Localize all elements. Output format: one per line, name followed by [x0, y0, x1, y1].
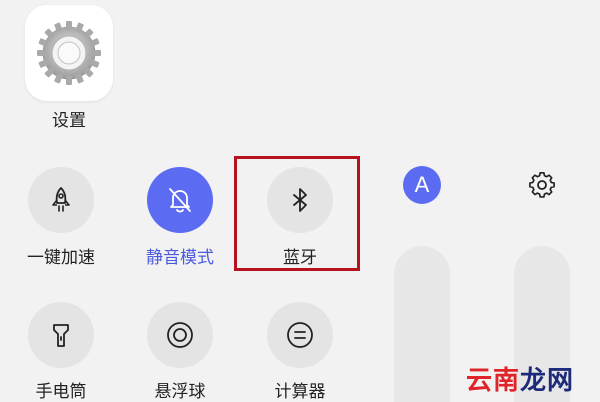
- speed-up-label: 一键加速: [27, 248, 95, 268]
- speed-up-button[interactable]: [28, 167, 94, 233]
- tile-floating-ball[interactable]: [147, 302, 213, 368]
- calculator-icon: [287, 322, 313, 348]
- watermark-logo: 云南龙网: [466, 360, 574, 397]
- highlight-box: [234, 156, 360, 271]
- watermark-part2: 龙网: [520, 366, 575, 396]
- floating-ball-label: 悬浮球: [154, 382, 206, 402]
- calculator-label: 计算器: [274, 382, 326, 402]
- flashlight-label: 手电筒: [35, 382, 87, 402]
- auto-brightness-label: A: [414, 172, 430, 197]
- settings-app-label: 设置: [52, 111, 86, 131]
- silent-mode-label: 静音模式: [146, 248, 214, 268]
- tile-speed-up[interactable]: [28, 167, 94, 233]
- settings-gear-icon: [37, 21, 101, 85]
- floating-ball-button[interactable]: [147, 302, 213, 368]
- flashlight-button[interactable]: [28, 302, 94, 368]
- gear-icon: [529, 172, 555, 198]
- silent-mode-button[interactable]: [147, 167, 213, 233]
- volume-settings-button[interactable]: [523, 166, 563, 206]
- tile-flashlight[interactable]: [28, 302, 94, 368]
- settings-app-icon[interactable]: [25, 5, 113, 101]
- bell-off-icon: [169, 188, 191, 213]
- floating-ball-icon: [167, 322, 193, 348]
- flashlight-icon: [53, 324, 69, 347]
- brightness-slider[interactable]: [394, 246, 450, 402]
- tile-calculator[interactable]: [267, 302, 333, 368]
- calculator-button[interactable]: [267, 302, 333, 368]
- auto-brightness-button[interactable]: A: [403, 166, 441, 204]
- tile-silent-mode[interactable]: [147, 167, 213, 233]
- watermark-part1: 云南: [466, 366, 521, 396]
- rocket-icon: [52, 187, 70, 212]
